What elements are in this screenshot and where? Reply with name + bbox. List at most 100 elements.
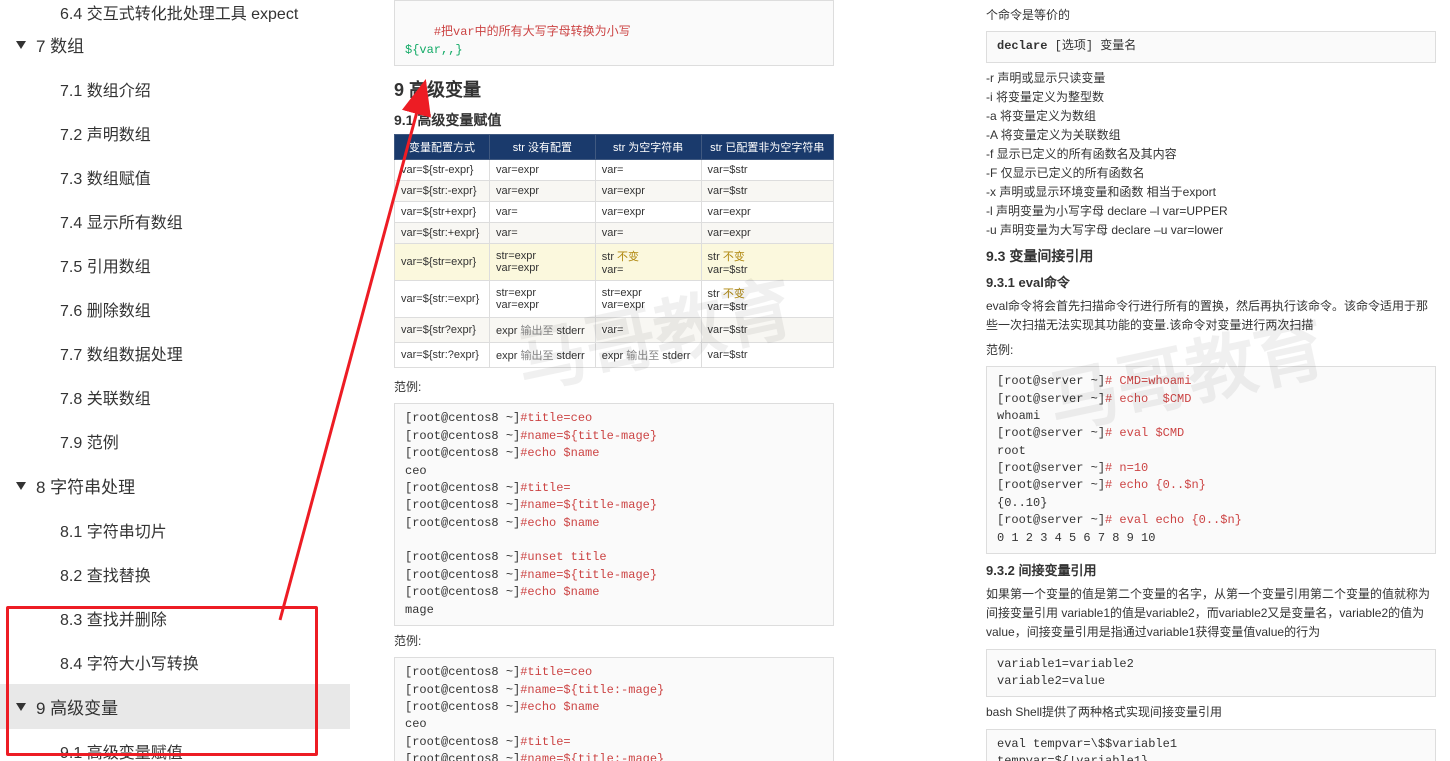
table-cell: var=${str:=expr} bbox=[395, 281, 490, 318]
code-comment: #把var中的所有大写字母转换为小写 bbox=[434, 25, 631, 39]
toc-item[interactable]: 6.4 交互式转化批处理工具 expect bbox=[0, 0, 350, 22]
toc-item-label: 7.8 关联数组 bbox=[60, 391, 151, 408]
table-cell: var=${str?expr} bbox=[395, 318, 490, 343]
table-header: 变量配置方式 bbox=[395, 135, 490, 160]
codebox-declare-syntax: declare [选项] 变量名 bbox=[986, 31, 1436, 62]
table-cell: var=expr bbox=[701, 223, 833, 244]
table-cell: str=exprvar=expr bbox=[489, 281, 595, 318]
toc-item-label: 7.2 声明数组 bbox=[60, 127, 151, 144]
toc-item[interactable]: 7.7 数组数据处理 bbox=[0, 331, 350, 375]
toc-item-label: 7.3 数组赋值 bbox=[60, 171, 151, 188]
codebox-indirect-1: variable1=variable2 variable2=value bbox=[986, 649, 1436, 698]
toc-item-label: 7 数组 bbox=[36, 37, 84, 56]
table-cell: var=${str+expr} bbox=[395, 202, 490, 223]
toc-item[interactable]: 8.2 查找替换 bbox=[0, 552, 350, 596]
toc-item-label: 8 字符串处理 bbox=[36, 478, 135, 497]
toc-item-label: 8.3 查找并删除 bbox=[60, 612, 167, 629]
table-cell: var=$str bbox=[701, 318, 833, 343]
table-row: var=${str?expr}expr 输出至 stderrvar=var=$s… bbox=[395, 318, 834, 343]
table-cell: var=expr bbox=[595, 202, 701, 223]
table-header: str 已配置非为空字符串 bbox=[701, 135, 833, 160]
codebox-example-2: [root@centos8 ~]#title=ceo [root@centos8… bbox=[394, 657, 834, 761]
toc-item-label: 6.4 交互式转化批处理工具 expect bbox=[60, 6, 298, 22]
example-label: 范例: bbox=[394, 378, 834, 397]
heading-9-3-2: 9.3.2 间接变量引用 bbox=[986, 560, 1436, 579]
table-row: var=${str+expr}var=var=exprvar=expr bbox=[395, 202, 834, 223]
toc-item[interactable]: 8.4 字符大小写转换 bbox=[0, 640, 350, 684]
table-cell: var=$str bbox=[701, 181, 833, 202]
toc-item[interactable]: 9 高级变量 bbox=[0, 684, 350, 729]
toc-item[interactable]: 7.8 关联数组 bbox=[0, 375, 350, 419]
table-cell: expr 输出至 stderr bbox=[489, 318, 595, 343]
table-cell: var= bbox=[595, 223, 701, 244]
heading-9-1: 9.1 高级变量赋值 bbox=[394, 110, 834, 130]
table-row: var=${str-expr}var=exprvar=var=$str bbox=[395, 160, 834, 181]
declare-option: -i 将变量定义为整型数 bbox=[986, 88, 1436, 105]
table-cell: var=$str bbox=[701, 160, 833, 181]
toc-item[interactable]: 7.5 引用数组 bbox=[0, 243, 350, 287]
toc-item[interactable]: 8.1 字符串切片 bbox=[0, 508, 350, 552]
declare-rest: [选项] 变量名 bbox=[1047, 39, 1136, 53]
table-cell: expr 输出至 stderr bbox=[595, 343, 701, 368]
toc-item-label: 9 高级变量 bbox=[36, 699, 118, 718]
table-cell: str 不变var=$str bbox=[701, 281, 833, 318]
toc-item-label: 9.1 高级变量赋值 bbox=[60, 745, 183, 761]
content-column-right: 个命令是等价的 declare [选项] 变量名 -r 声明或显示只读变量 -i … bbox=[986, 0, 1436, 761]
heading-9-3-1: 9.3.1 eval命令 bbox=[986, 272, 1436, 291]
declare-option: -l 声明变量为小写字母 declare –l var=UPPER bbox=[986, 202, 1436, 219]
table-cell: var=${str-expr} bbox=[395, 160, 490, 181]
caret-down-icon bbox=[16, 703, 26, 711]
toc-item[interactable]: 7.9 范例 bbox=[0, 419, 350, 463]
toc-item[interactable]: 7.1 数组介绍 bbox=[0, 67, 350, 111]
toc-item[interactable]: 8 字符串处理 bbox=[0, 463, 350, 508]
toc-item-label: 7.7 数组数据处理 bbox=[60, 347, 183, 364]
table-cell: str=exprvar=expr bbox=[489, 244, 595, 281]
table-cell: var=expr bbox=[701, 202, 833, 223]
toc-item-label: 8.2 查找替换 bbox=[60, 568, 151, 585]
declare-option: -A 将变量定义为关联数组 bbox=[986, 126, 1436, 143]
heading-9: 9 高级变量 bbox=[394, 76, 834, 102]
toc-item-label: 8.4 字符大小写转换 bbox=[60, 656, 199, 673]
toc-item[interactable]: 8.3 查找并删除 bbox=[0, 596, 350, 640]
table-cell: str=exprvar=expr bbox=[595, 281, 701, 318]
toc-item[interactable]: 7.6 删除数组 bbox=[0, 287, 350, 331]
declare-option: -u 声明变量为大写字母 declare –u var=lower bbox=[986, 221, 1436, 238]
codebox-lowercase: #把var中的所有大写字母转换为小写 ${var,,} bbox=[394, 0, 834, 66]
toc-item[interactable]: 7.2 声明数组 bbox=[0, 111, 350, 155]
table-cell: var= bbox=[595, 160, 701, 181]
table-cell: var= bbox=[489, 202, 595, 223]
table-row: var=${str:+expr}var=var=var=expr bbox=[395, 223, 834, 244]
codebox-eval-example: [root@server ~]# CMD=whoami [root@server… bbox=[986, 366, 1436, 554]
table-cell: var=$str bbox=[701, 343, 833, 368]
indirect-description: 如果第一个变量的值是第二个变量的名字，从第一个变量引用第二个变量的值就称为间接变… bbox=[986, 585, 1436, 643]
table-cell: var= bbox=[489, 223, 595, 244]
example-label-r1: 范例: bbox=[986, 341, 1436, 360]
declare-option: -a 将变量定义为数组 bbox=[986, 107, 1436, 124]
table-row: var=${str:=expr}str=exprvar=exprstr=expr… bbox=[395, 281, 834, 318]
toc-item[interactable]: 7.3 数组赋值 bbox=[0, 155, 350, 199]
declare-keyword: declare bbox=[997, 39, 1047, 53]
table-cell: str 不变var= bbox=[595, 244, 701, 281]
toc-item-label: 7.1 数组介绍 bbox=[60, 83, 151, 100]
declare-option: -f 显示已定义的所有函数名及其内容 bbox=[986, 145, 1436, 162]
code-var: ${var,,} bbox=[405, 43, 463, 57]
table-cell: var=expr bbox=[489, 181, 595, 202]
table-cell: var= bbox=[595, 318, 701, 343]
table-row: var=${str:?expr}expr 输出至 stderrexpr 输出至 … bbox=[395, 343, 834, 368]
toc-item[interactable]: 9.1 高级变量赋值 bbox=[0, 729, 350, 761]
table-row: var=${str=expr}str=exprvar=exprstr 不变var… bbox=[395, 244, 834, 281]
table-header: str 没有配置 bbox=[489, 135, 595, 160]
toc-item-label: 7.9 范例 bbox=[60, 435, 119, 452]
caret-down-icon bbox=[16, 482, 26, 490]
table-header: str 为空字符串 bbox=[595, 135, 701, 160]
top-paragraph: 个命令是等价的 bbox=[986, 6, 1436, 25]
toc-item[interactable]: 7.4 显示所有数组 bbox=[0, 199, 350, 243]
table-row: var=${str:-expr}var=exprvar=exprvar=$str bbox=[395, 181, 834, 202]
declare-option: -r 声明或显示只读变量 bbox=[986, 69, 1436, 86]
eval-description: eval命令将会首先扫描命令行进行所有的置换，然后再执行该命令。该命令适用于那些… bbox=[986, 297, 1436, 335]
bash-formats-line: bash Shell提供了两种格式实现间接变量引用 bbox=[986, 703, 1436, 722]
toc-item-label: 7.5 引用数组 bbox=[60, 259, 151, 276]
codebox-indirect-2: eval tempvar=\$$variable1 tempvar=${!var… bbox=[986, 729, 1436, 761]
declare-option: -F 仅显示已定义的所有函数名 bbox=[986, 164, 1436, 181]
toc-item[interactable]: 7 数组 bbox=[0, 22, 350, 67]
